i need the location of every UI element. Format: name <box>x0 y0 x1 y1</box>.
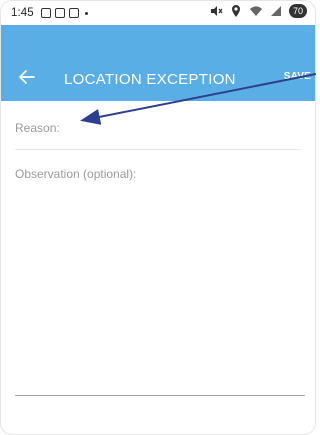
arrow-left-icon[interactable] <box>17 67 37 87</box>
signal-icon <box>271 6 281 16</box>
form-content: Reason: Observation (optional): <box>1 101 315 434</box>
page-title: LOCATION EXCEPTION <box>64 71 236 88</box>
screenshot-icon <box>55 8 65 18</box>
location-icon <box>232 5 240 17</box>
status-bar: 1:45 70 <box>1 1 315 25</box>
status-right-icons: 70 <box>209 4 307 18</box>
screen-frame: 1:45 70 LOCATION EXCEPTION SAVE Reason: … <box>0 0 316 435</box>
status-time: 1:45 <box>11 7 34 19</box>
save-button[interactable]: SAVE <box>284 71 311 82</box>
reason-placeholder: Reason: <box>15 121 60 135</box>
calendar-31-icon <box>69 8 79 18</box>
wifi-icon <box>250 6 262 16</box>
mute-icon <box>211 6 223 16</box>
reason-input[interactable]: Reason: <box>15 119 301 150</box>
observation-textarea[interactable]: Observation (optional): <box>15 157 305 396</box>
dot-icon <box>85 11 88 15</box>
status-left-icons <box>41 7 88 19</box>
battery-icon: 70 <box>289 4 307 18</box>
observation-placeholder: Observation (optional): <box>15 167 137 181</box>
calendar-icon <box>41 8 51 18</box>
app-bar: LOCATION EXCEPTION SAVE <box>1 25 315 101</box>
